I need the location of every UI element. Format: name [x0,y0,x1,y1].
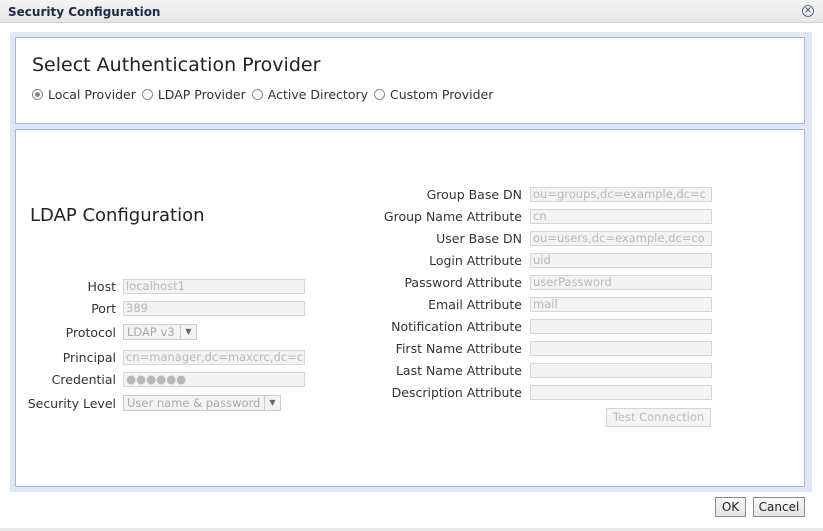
ldap-config-panel: LDAP Configuration Host localhost1 Port … [15,129,805,487]
provider-panel: Select Authentication Provider Local Pro… [15,37,805,124]
title-bar: Security Configuration ✕ [0,0,823,23]
user-base-dn-input[interactable]: ou=users,dc=example,dc=co [530,231,712,246]
principal-label: Principal [62,350,116,365]
port-input[interactable]: 389 [123,301,305,316]
email-attribute-input[interactable]: mail [530,297,712,312]
port-label: Port [91,301,116,316]
radio-button[interactable] [251,89,263,100]
chevron-down-icon[interactable]: ▼ [264,396,280,410]
description-attribute-input[interactable] [530,385,712,400]
credential-input[interactable]: ●●●●●● [123,372,305,387]
notification-attribute-label: Notification Attribute [391,319,522,334]
host-input[interactable]: localhost1 [123,279,305,294]
window-title: Security Configuration [8,5,161,19]
group-name-attribute-input[interactable]: cn [530,209,712,224]
host-label: Host [87,279,116,294]
principal-input[interactable]: cn=manager,dc=maxcrc,dc=c [123,350,305,365]
first-name-attribute-input[interactable] [530,341,712,356]
chevron-down-icon[interactable]: ▼ [180,325,196,339]
test-connection-button[interactable]: Test Connection [606,408,711,427]
email-attribute-label: Email Attribute [428,297,522,312]
description-attribute-label: Description Attribute [391,385,522,400]
radio-button-checked[interactable] [32,89,43,100]
radio-label: Custom Provider [390,87,494,102]
security-level-select[interactable]: User name & password ▼ [123,395,281,411]
group-base-dn-input[interactable]: ou=groups,dc=example,dc=c [530,187,712,202]
radio-label: LDAP Provider [157,87,246,102]
protocol-label: Protocol [65,325,116,340]
ldap-heading: LDAP Configuration [30,205,205,226]
credential-label: Credential [51,372,116,387]
protocol-value: LDAP v3 [127,325,175,339]
user-base-dn-label: User Base DN [436,231,522,246]
ok-button[interactable]: OK [715,497,746,517]
radio-local-provider[interactable]: Local Provider [32,87,136,102]
group-base-dn-label: Group Base DN [426,187,522,202]
password-attribute-input[interactable]: userPassword [530,275,712,290]
radio-label: Active Directory [267,87,369,102]
radio-label: Local Provider [48,87,136,102]
first-name-attribute-label: First Name Attribute [395,341,522,356]
password-attribute-label: Password Attribute [404,275,522,290]
protocol-select[interactable]: LDAP v3 ▼ [123,324,197,340]
login-attribute-input[interactable]: uid [530,253,712,268]
close-icon[interactable]: ✕ [802,5,814,17]
login-attribute-label: Login Attribute [429,253,522,268]
security-level-value: User name & password [127,396,261,410]
cancel-button[interactable]: Cancel [753,497,805,517]
last-name-attribute-input[interactable] [530,363,712,378]
radio-ldap-provider[interactable]: LDAP Provider [141,87,246,102]
radio-custom-provider[interactable]: Custom Provider [374,87,493,102]
provider-radio-group: Local Provider LDAP Provider Active Dire… [32,87,499,102]
notification-attribute-input[interactable] [530,319,712,334]
radio-active-directory[interactable]: Active Directory [251,87,369,102]
radio-button[interactable] [141,89,153,100]
provider-heading: Select Authentication Provider [32,54,321,76]
last-name-attribute-label: Last Name Attribute [395,363,522,378]
group-name-attribute-label: Group Name Attribute [383,209,522,224]
security-level-label: Security Level [27,396,116,411]
radio-button[interactable] [374,89,386,100]
